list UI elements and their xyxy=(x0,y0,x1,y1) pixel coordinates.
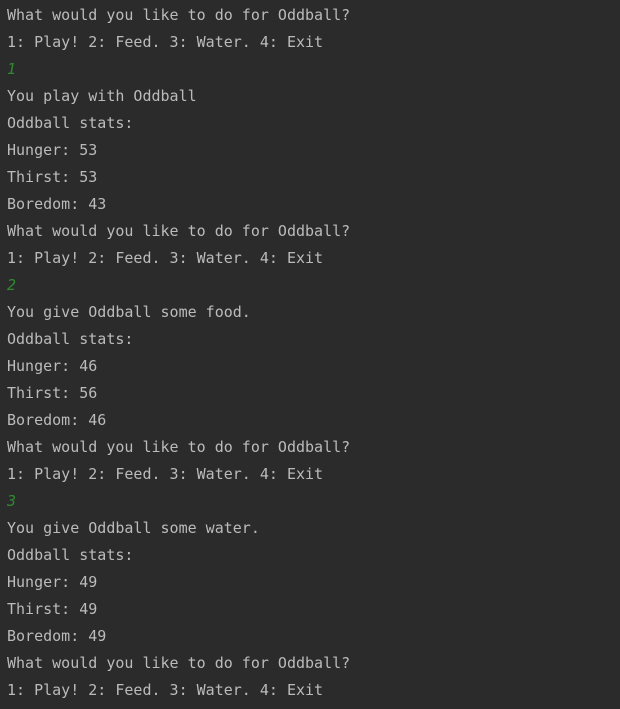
console-line: Thirst: 53 xyxy=(7,168,98,186)
console-line: What would you like to do for Oddball? xyxy=(7,438,351,456)
console-line: What would you like to do for Oddball? xyxy=(7,6,351,24)
console-line: You give Oddball some water. xyxy=(7,519,260,537)
console-line: Boredom: 49 xyxy=(7,627,107,645)
console-line: Boredom: 46 xyxy=(7,411,107,429)
console-line: Oddball stats: xyxy=(7,114,134,132)
console-line: Hunger: 49 xyxy=(7,573,98,591)
console-line: Hunger: 53 xyxy=(7,141,98,159)
user-input-line: 1 xyxy=(7,60,17,78)
console-line: Thirst: 56 xyxy=(7,384,98,402)
console-line: You play with Oddball xyxy=(7,87,197,105)
console-line: Thirst: 49 xyxy=(7,600,98,618)
console-line: Oddball stats: xyxy=(7,546,134,564)
console-line: 1: Play! 2: Feed. 3: Water. 4: Exit xyxy=(7,465,324,483)
console-line: You give Oddball some food. xyxy=(7,303,251,321)
console-output[interactable]: What would you like to do for Oddball? 1:… xyxy=(0,0,620,709)
console-line: 1: Play! 2: Feed. 3: Water. 4: Exit xyxy=(7,249,324,267)
console-line: Oddball stats: xyxy=(7,330,134,348)
user-input-line: 2 xyxy=(7,276,17,294)
console-line: Hunger: 46 xyxy=(7,357,98,375)
console-line: Boredom: 43 xyxy=(7,195,107,213)
user-input-line: 3 xyxy=(7,492,17,510)
console-line: 1: Play! 2: Feed. 3: Water. 4: Exit xyxy=(7,681,324,699)
console-line: 1: Play! 2: Feed. 3: Water. 4: Exit xyxy=(7,33,324,51)
console-line: What would you like to do for Oddball? xyxy=(7,222,351,240)
console-line: What would you like to do for Oddball? xyxy=(7,654,351,672)
